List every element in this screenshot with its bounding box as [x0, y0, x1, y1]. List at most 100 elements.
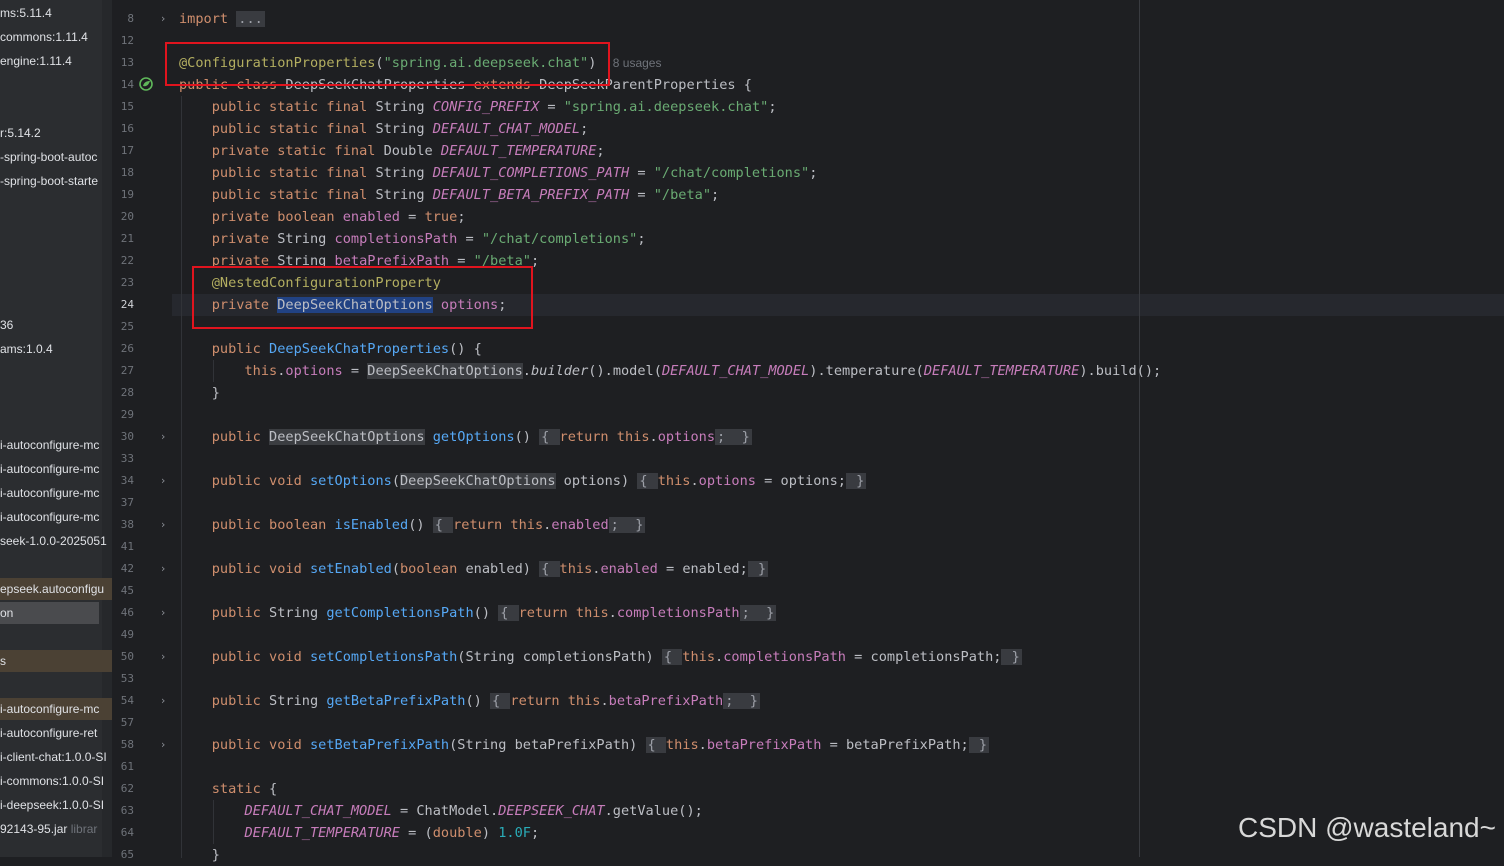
code-token: { [645, 737, 666, 753]
code-line[interactable]: public static final String DEFAULT_COMPL… [179, 162, 818, 184]
code-line[interactable]: DEFAULT_CHAT_MODEL = ChatModel.DEEPSEEK_… [179, 800, 702, 822]
project-tree-item[interactable]: i-autoconfigure-mc [0, 506, 112, 528]
fold-chevron-icon[interactable]: › [157, 690, 169, 712]
project-tree-item[interactable]: commons:1.11.4 [0, 26, 112, 48]
code-line[interactable]: public boolean isEnabled() { return this… [179, 514, 646, 536]
code-line[interactable]: DEFAULT_TEMPERATURE = (double) 1.0F; [179, 822, 539, 844]
fold-chevron-icon[interactable]: › [157, 734, 169, 756]
project-tree-item[interactable]: ms:5.11.4 [0, 2, 112, 24]
project-tree-item[interactable]: r:5.14.2 [0, 122, 112, 144]
project-tree-item-label: s [0, 654, 6, 668]
code-line[interactable]: public static final String CONFIG_PREFIX… [179, 96, 777, 118]
fold-chevron-icon[interactable]: › [157, 470, 169, 492]
code-line[interactable]: public void setEnabled(boolean enabled) … [179, 558, 769, 580]
line-number: 22 [120, 254, 134, 267]
code-token: 8 usages [612, 56, 662, 70]
line-number: 63 [120, 804, 134, 817]
code-token: DEFAULT_TEMPERATURE [440, 143, 597, 159]
project-tree-item-label: i-commons:1.0.0-SI [0, 774, 105, 788]
fold-chevron-icon[interactable]: › [157, 558, 169, 580]
code-line[interactable]: public void setOptions(DeepSeekChatOptio… [179, 470, 867, 492]
code-token: ; } [739, 605, 777, 621]
line-number: 29 [120, 408, 134, 421]
code-token: options [657, 429, 716, 445]
code-line[interactable]: public String getBetaPrefixPath() { retu… [179, 690, 760, 712]
code-line[interactable]: } [179, 844, 220, 866]
code-token: { [498, 605, 519, 621]
project-tree-item[interactable]: i-autoconfigure-mc [0, 698, 112, 720]
line-number: 12 [120, 34, 134, 47]
project-tree-item[interactable]: 92143-95.jar librar [0, 818, 112, 840]
fold-chevron-icon[interactable]: › [157, 8, 169, 30]
project-tree-item[interactable]: ams:1.0.4 [0, 338, 112, 360]
project-tree-item[interactable]: -spring-boot-autoc [0, 146, 112, 168]
code-line[interactable]: private String completionsPath = "/chat/… [179, 228, 646, 250]
project-tree-item[interactable]: seek-1.0.0-2025051 [0, 530, 112, 552]
code-token: = [629, 187, 654, 203]
code-token: completionsPath [616, 605, 740, 621]
code-line[interactable]: private static final Double DEFAULT_TEMP… [179, 140, 605, 162]
code-token: DEFAULT_BETA_PREFIX_PATH [432, 187, 630, 203]
code-token: DeepSeekChatProperties [269, 341, 450, 357]
project-tree-item[interactable]: -spring-boot-starte [0, 170, 112, 192]
code-line[interactable]: import ... [179, 8, 265, 30]
code-line[interactable]: public DeepSeekChatProperties() { [179, 338, 482, 360]
code-token: (String completionsPath) [457, 649, 662, 665]
code-token: . [690, 473, 699, 489]
code-token: ().model( [588, 363, 662, 379]
code-token: . [608, 605, 617, 621]
code-token: DEEPSEEK_CHAT [498, 803, 605, 819]
code-token: return this [453, 517, 544, 533]
line-number: 18 [120, 166, 134, 179]
fold-chevron-icon[interactable]: › [157, 646, 169, 668]
code-token: . [600, 693, 609, 709]
line-number: 61 [120, 760, 134, 773]
line-number: 58 [120, 738, 134, 751]
code-line[interactable]: public static final String DEFAULT_BETA_… [179, 184, 719, 206]
code-token: () [514, 429, 540, 445]
code-token: DEFAULT_TEMPERATURE [923, 363, 1080, 379]
project-tree-item[interactable]: i-autoconfigure-mc [0, 434, 112, 456]
spring-bean-icon[interactable] [139, 77, 153, 91]
code-token: completionsPath [723, 649, 846, 665]
project-tree-item[interactable]: i-client-chat:1.0.0-SI [0, 746, 112, 768]
project-tree-item[interactable]: s [0, 650, 112, 672]
project-tree-item[interactable]: i-autoconfigure-ret [0, 722, 112, 744]
code-line[interactable]: this.options = DeepSeekChatOptions.build… [179, 360, 1161, 382]
code-token: getOptions [432, 429, 515, 445]
code-line[interactable]: public void setCompletionsPath(String co… [179, 646, 1022, 668]
code-line[interactable]: } [179, 382, 220, 404]
project-tree-item[interactable]: on [0, 602, 99, 624]
code-token: setCompletionsPath [309, 649, 458, 665]
code-line[interactable]: public static final String DEFAULT_CHAT_… [179, 118, 589, 140]
code-token: setEnabled [309, 561, 392, 577]
code-line[interactable]: static { [179, 778, 277, 800]
project-tree-item[interactable]: engine:1.11.4 [0, 50, 112, 72]
code-token: String [375, 121, 433, 137]
project-tree-item[interactable]: i-commons:1.0.0-SI [0, 770, 112, 792]
project-tree-item[interactable]: i-autoconfigure-mc [0, 458, 112, 480]
code-token: (String betaPrefixPath) [449, 737, 646, 753]
code-token: ; [457, 209, 466, 225]
project-tree-item[interactable]: i-deepseek:1.0.0-SI [0, 794, 112, 816]
project-tree-item-label: 92143-95.jar [0, 822, 68, 836]
code-line[interactable]: public String getCompletionsPath() { ret… [179, 602, 777, 624]
project-tree-item[interactable]: 36 [0, 314, 112, 336]
code-line[interactable]: public DeepSeekChatOptions getOptions() … [179, 426, 752, 448]
code-line[interactable]: private boolean enabled = true; [179, 206, 466, 228]
line-number: 33 [120, 452, 134, 465]
fold-chevron-icon[interactable]: › [157, 514, 169, 536]
project-tree-item[interactable]: epseek.autoconfigu [0, 578, 112, 600]
fold-chevron-icon[interactable]: › [157, 426, 169, 448]
fold-chevron-icon[interactable]: › [157, 602, 169, 624]
code-token: "/beta" [653, 187, 712, 203]
code-line[interactable]: public void setBetaPrefixPath(String bet… [179, 734, 990, 756]
code-token: String [375, 187, 433, 203]
project-tree-item[interactable]: i-autoconfigure-mc [0, 482, 112, 504]
code-token: = completionsPath; [845, 649, 1002, 665]
